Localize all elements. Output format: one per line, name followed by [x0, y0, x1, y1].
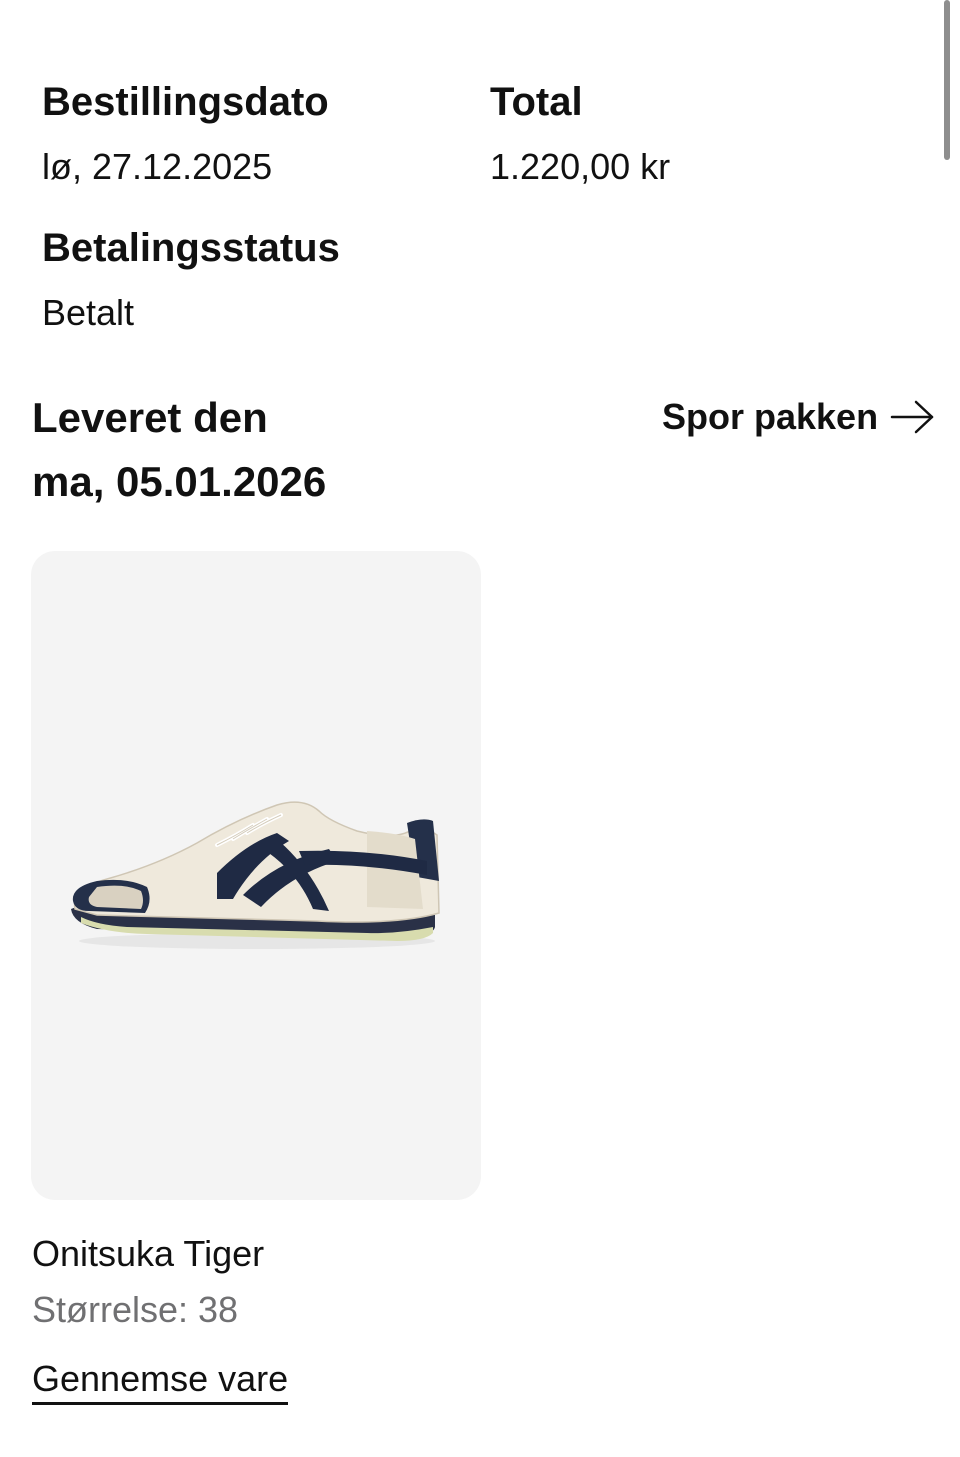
browse-item-link[interactable]: Gennemse vare: [32, 1356, 289, 1405]
order-date-label: Bestillingsdato: [42, 80, 329, 124]
scrollbar[interactable]: [944, 0, 950, 160]
product-size: Størrelse: 38: [32, 1289, 239, 1330]
track-package-label: Spor pakken: [662, 396, 879, 437]
sneaker-image: [67, 791, 447, 961]
delivery-date: ma, 05.01.2026: [32, 458, 327, 505]
track-package-link[interactable]: Spor pakken: [662, 393, 936, 441]
total-label: Total: [490, 80, 583, 124]
payment-status-value: Betalt: [42, 292, 135, 333]
total-value: 1.220,00 kr: [490, 146, 671, 187]
product-name: Onitsuka Tiger: [32, 1233, 265, 1274]
arrow-right-icon: [890, 397, 936, 437]
order-date-value: lø, 27.12.2025: [42, 146, 273, 187]
delivery-status-label: Leveret den: [32, 394, 268, 441]
payment-status-label: Betalingsstatus: [42, 226, 340, 270]
product-card[interactable]: [31, 551, 481, 1200]
delivery-status: Leveret den ma, 05.01.2026: [32, 386, 326, 514]
